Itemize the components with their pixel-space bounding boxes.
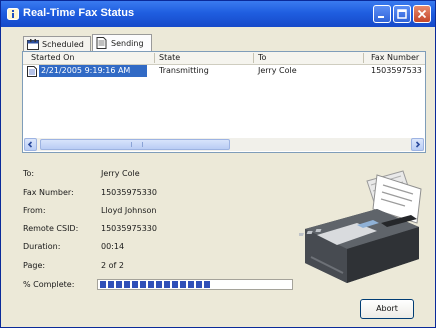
progress-segment [172,281,178,288]
remote-csid-value: 15035975330 [101,224,157,233]
selected-cell-highlight: 2/21/2005 9:19:16 AM [39,65,147,77]
list-item[interactable]: 2/21/2005 9:19:16 AM Transmitting Jerry … [23,65,425,77]
fax-document-icon [27,66,37,77]
progress-segment [108,281,114,288]
progress-segment [132,281,138,288]
column-header-to[interactable]: To [258,53,266,62]
column-header-state[interactable]: State [159,53,180,62]
scroll-grip [131,142,143,147]
duration-label: Duration: [23,242,61,251]
progress-bar [97,279,293,290]
progress-segment [124,281,130,288]
maximize-icon [397,9,407,19]
cell-to: Jerry Cole [258,66,297,75]
progress-segment [156,281,162,288]
page-label: Page: [23,261,46,270]
close-icon [417,9,427,19]
minimize-icon [378,16,384,18]
document-icon [96,37,107,49]
list-header: Started On State To Fax Number [23,52,425,65]
progress-segment [148,281,154,288]
close-button[interactable] [413,5,431,23]
progress-segment [116,281,122,288]
column-header-fax-number[interactable]: Fax Number [371,53,419,62]
minimize-button[interactable] [373,5,391,23]
maximize-button[interactable] [393,5,411,23]
tab-scheduled[interactable]: Scheduled [23,36,91,51]
column-divider[interactable] [363,53,364,63]
progress-segment [100,281,106,288]
from-label: From: [23,206,46,215]
cell-state: Transmitting [159,66,209,75]
progress-segment [140,281,146,288]
column-divider[interactable] [253,53,254,63]
to-value: Jerry Cole [101,169,140,178]
progress-segment [196,281,202,288]
info-icon [7,8,19,20]
fax-status-window: Real-Time Fax Status Scheduled Sending S… [0,0,436,328]
from-value: Lloyd Johnson [101,206,157,215]
calendar-icon [27,39,39,50]
tab-sending-label: Sending [111,39,144,48]
scroll-right-button[interactable] [411,138,424,151]
chevron-right-icon [415,141,421,148]
page-value: 2 of 2 [101,261,124,270]
scroll-thumb[interactable] [40,139,230,150]
column-divider[interactable] [154,53,155,63]
to-label: To: [23,169,35,178]
fax-job-list[interactable]: Started On State To Fax Number 2/21/2005… [22,51,426,153]
duration-value: 00:14 [101,242,125,251]
column-header-started-on[interactable]: Started On [31,53,74,62]
progress-segment [180,281,186,288]
chevron-left-icon [27,141,33,148]
cell-fax-number: 1503597533 [371,66,422,75]
fax-number-label: Fax Number: [23,188,74,197]
percent-complete-label: % Complete: [23,280,75,289]
progress-segment [164,281,170,288]
fax-machine-icon [299,170,422,283]
scroll-left-button[interactable] [24,138,37,151]
progress-segment [204,281,210,288]
horizontal-scrollbar[interactable] [24,138,424,151]
remote-csid-label: Remote CSID: [23,224,79,233]
tab-scheduled-label: Scheduled [42,40,84,49]
tab-sending[interactable]: Sending [92,34,152,52]
abort-button[interactable]: Abort [360,299,414,319]
title-bar[interactable]: Real-Time Fax Status [1,1,435,27]
window-title: Real-Time Fax Status [23,7,135,19]
cell-started-on: 2/21/2005 9:19:16 AM [41,66,131,75]
progress-segment [188,281,194,288]
fax-number-value: 15035975330 [101,188,157,197]
